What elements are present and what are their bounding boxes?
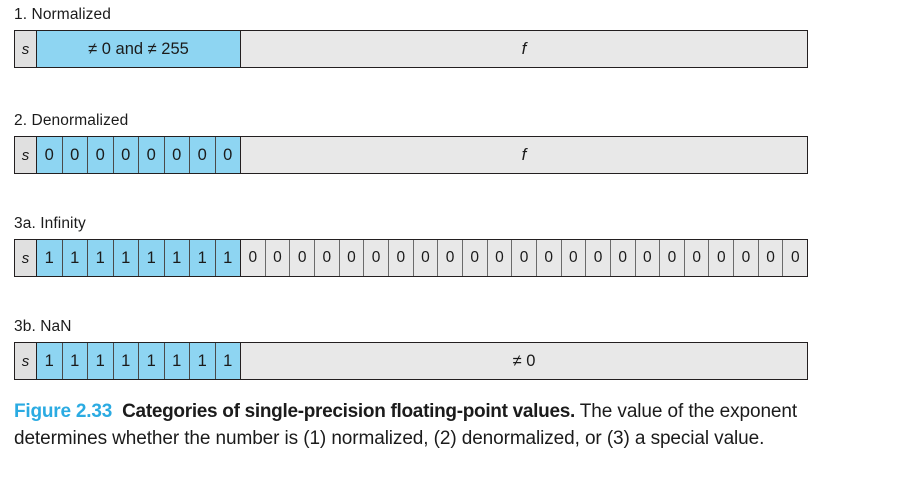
fraction-bit-cell: 0 bbox=[339, 240, 365, 276]
exponent-bit-cell: 1 bbox=[113, 240, 139, 276]
exponent-bit-cell: 1 bbox=[164, 343, 190, 379]
section-title-infinity: 3a. Infinity bbox=[14, 215, 86, 232]
exponent-bit-cell: 1 bbox=[215, 240, 240, 276]
fraction-bit-cell: 0 bbox=[684, 240, 710, 276]
exponent-bit-cell: 1 bbox=[37, 343, 63, 379]
exponent-bit-cell: 1 bbox=[190, 240, 216, 276]
bitfield-bar-denormalized: s 00000000 f bbox=[14, 136, 808, 174]
exponent-bit-cell: 0 bbox=[37, 137, 63, 173]
fraction-bit-cell: 0 bbox=[734, 240, 759, 276]
sign-bit-cell: s bbox=[15, 343, 37, 379]
fraction-bit-cell: 0 bbox=[586, 240, 611, 276]
section-normalized: 1. Normalized s ≠ 0 and ≠ 255 f bbox=[14, 6, 808, 68]
fraction-bit-cell: 0 bbox=[241, 240, 266, 276]
fraction-label: f bbox=[521, 39, 527, 58]
fraction-bit-cell: 0 bbox=[364, 240, 389, 276]
caption-bold-title: Categories of single-precision floating-… bbox=[122, 401, 575, 422]
fraction-bit-cell: 0 bbox=[561, 240, 587, 276]
section-infinity: 3a. Infinity s 11111111 0000000000000000… bbox=[14, 215, 808, 277]
fraction-field-nan: ≠ 0 bbox=[241, 343, 807, 379]
fraction-label: f bbox=[521, 145, 527, 164]
fraction-bit-cell: 0 bbox=[265, 240, 291, 276]
fraction-bit-cell: 0 bbox=[610, 240, 636, 276]
fraction-bit-cell: 0 bbox=[462, 240, 488, 276]
exponent-bit-cell: 1 bbox=[62, 240, 88, 276]
fraction-bit-cell: 0 bbox=[438, 240, 463, 276]
section-title-denormalized: 2. Denormalized bbox=[14, 112, 129, 129]
fraction-field-normalized: f bbox=[241, 31, 807, 67]
exponent-bit-cell: 1 bbox=[164, 240, 190, 276]
exponent-bit-cell: 1 bbox=[37, 240, 63, 276]
sign-bit-cell: s bbox=[15, 137, 37, 173]
exponent-bit-cell: 0 bbox=[139, 137, 165, 173]
bitfield-bar-normalized: s ≠ 0 and ≠ 255 f bbox=[14, 30, 808, 68]
figure-caption: Figure 2.33 Categories of single-precisio… bbox=[14, 398, 874, 452]
exponent-field-nan: 11111111 bbox=[37, 343, 241, 379]
exponent-bit-cell: 1 bbox=[113, 343, 139, 379]
exponent-bit-cell: 0 bbox=[62, 137, 88, 173]
fraction-bit-cell: 0 bbox=[487, 240, 513, 276]
caption-figure-number: Figure 2.33 bbox=[14, 401, 113, 422]
section-nan: 3b. NaN s 11111111 ≠ 0 bbox=[14, 318, 808, 380]
exponent-bit-cell: 1 bbox=[62, 343, 88, 379]
fraction-bit-cell: 0 bbox=[290, 240, 315, 276]
exponent-field-normalized: ≠ 0 and ≠ 255 bbox=[37, 31, 241, 67]
fraction-bit-cell: 0 bbox=[783, 240, 808, 276]
exponent-bit-cell: 1 bbox=[215, 343, 240, 379]
fraction-field-denormalized: f bbox=[241, 137, 807, 173]
fraction-label: ≠ 0 bbox=[512, 351, 536, 370]
fraction-bit-cell: 0 bbox=[660, 240, 685, 276]
exponent-field-infinity: 11111111 bbox=[37, 240, 241, 276]
bitfield-bar-infinity: s 11111111 00000000000000000000000 bbox=[14, 239, 808, 277]
exponent-field-denormalized: 00000000 bbox=[37, 137, 241, 173]
exponent-bit-cell: 1 bbox=[88, 240, 114, 276]
section-denormalized: 2. Denormalized s 00000000 f bbox=[14, 112, 808, 174]
exponent-bit-cell: 1 bbox=[190, 343, 216, 379]
section-title-normalized: 1. Normalized bbox=[14, 6, 111, 23]
exponent-bit-cell: 0 bbox=[88, 137, 114, 173]
sign-bit-cell: s bbox=[15, 31, 37, 67]
section-title-nan: 3b. NaN bbox=[14, 318, 72, 335]
sign-bit-cell: s bbox=[15, 240, 37, 276]
exponent-bit-cell: 1 bbox=[88, 343, 114, 379]
figure-container: 1. Normalized s ≠ 0 and ≠ 255 f 2. Denor… bbox=[0, 0, 902, 502]
exponent-bit-cell: 1 bbox=[139, 343, 165, 379]
fraction-field-infinity: 00000000000000000000000 bbox=[241, 240, 808, 276]
exponent-bit-cell: 0 bbox=[164, 137, 190, 173]
exponent-bit-cell: 0 bbox=[215, 137, 240, 173]
fraction-bit-cell: 0 bbox=[709, 240, 735, 276]
fraction-bit-cell: 0 bbox=[536, 240, 562, 276]
exponent-bit-cell: 1 bbox=[139, 240, 165, 276]
bitfield-bar-nan: s 11111111 ≠ 0 bbox=[14, 342, 808, 380]
exponent-bit-cell: 0 bbox=[190, 137, 216, 173]
fraction-bit-cell: 0 bbox=[314, 240, 340, 276]
exponent-bit-cell: 0 bbox=[113, 137, 139, 173]
fraction-bit-cell: 0 bbox=[758, 240, 784, 276]
fraction-bit-cell: 0 bbox=[413, 240, 439, 276]
fraction-bit-cell: 0 bbox=[635, 240, 661, 276]
fraction-bit-cell: 0 bbox=[512, 240, 537, 276]
fraction-bit-cell: 0 bbox=[388, 240, 414, 276]
